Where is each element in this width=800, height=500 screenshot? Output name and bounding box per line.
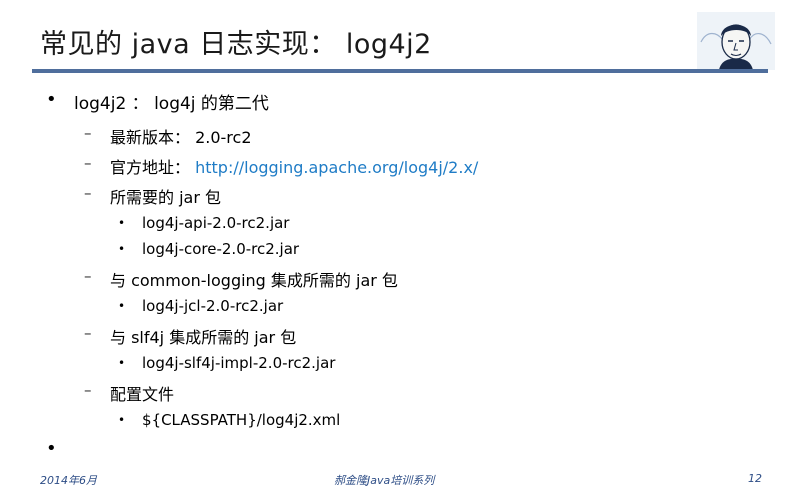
bullet-level3: • <box>118 299 126 313</box>
bullet-level3: • <box>118 242 126 256</box>
bullet-level2: – <box>84 267 92 285</box>
official-site-link[interactable]: http://logging.apache.org/log4j/2.x/ <box>195 158 478 177</box>
item-config-path: ${CLASSPATH}/log4j2.xml <box>142 411 341 429</box>
bullet-level3: • <box>118 216 126 230</box>
slide-title: 常见的 java 日志实现： log4j2 <box>40 29 432 60</box>
bullet-level2: – <box>84 184 92 202</box>
title-divider <box>32 69 768 73</box>
item-required-jars: 所需要的 jar 包 <box>110 188 222 207</box>
bullet-level2: – <box>84 124 92 142</box>
avatar-portrait-icon <box>697 12 775 70</box>
bullet-level2: – <box>84 324 92 342</box>
bullet-level1: • <box>46 89 57 110</box>
item-latest-version: 最新版本： 2.0-rc2 <box>110 128 252 147</box>
bullet-level3: • <box>118 356 126 370</box>
bullet-level2: – <box>84 381 92 399</box>
item-config-file: 配置文件 <box>110 385 175 404</box>
item-official-site: 官方地址： http://logging.apache.org/log4j/2.… <box>110 154 478 178</box>
bullet-level2: – <box>84 154 92 172</box>
footer-page-number: 12 <box>748 472 762 485</box>
item-jar-slf4j-impl: log4j-slf4j-impl-2.0-rc2.jar <box>142 354 336 372</box>
slide: 常见的 java 日志实现： log4j2 • log4j2 ： log4j 的… <box>0 0 800 500</box>
official-site-label: 官方地址： <box>110 158 191 177</box>
footer-date: 2014年6月 <box>40 474 97 487</box>
bullet-level3: • <box>118 413 126 427</box>
bullet-level1-empty: • <box>46 438 57 459</box>
item-slf4j-jars: 与 slf4j 集成所需的 jar 包 <box>110 328 297 347</box>
item-jar-api: log4j-api-2.0-rc2.jar <box>142 214 290 232</box>
item-jar-core: log4j-core-2.0-rc2.jar <box>142 240 300 258</box>
item-common-logging-jars: 与 common-logging 集成所需的 jar 包 <box>110 271 398 290</box>
footer-series: 郝金隆Java培训系列 <box>334 474 435 487</box>
item-log4j2-intro: log4j2 ： log4j 的第二代 <box>74 94 269 114</box>
item-jar-jcl: log4j-jcl-2.0-rc2.jar <box>142 297 284 315</box>
